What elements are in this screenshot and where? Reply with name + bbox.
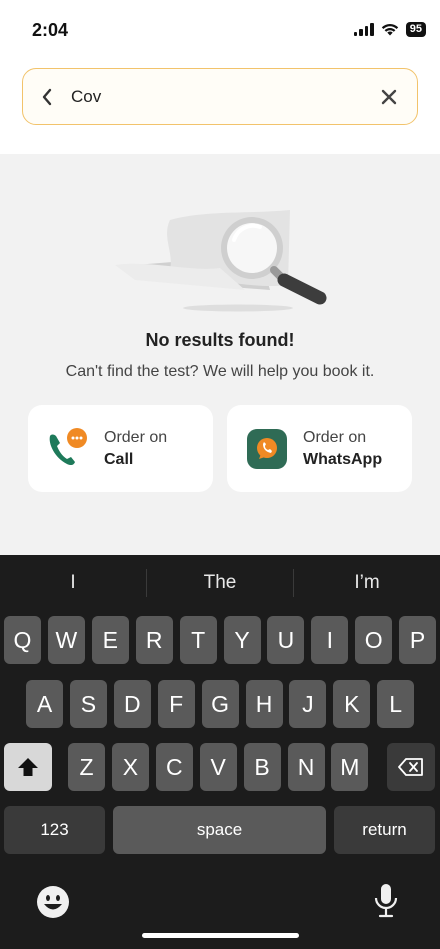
key-t[interactable]: T [179, 616, 217, 664]
key-g[interactable]: G [201, 680, 239, 728]
search-box [22, 68, 418, 125]
key-d[interactable]: D [113, 680, 151, 728]
key-o[interactable]: O [355, 616, 393, 664]
key-u[interactable]: U [267, 616, 305, 664]
key-e[interactable]: E [91, 616, 129, 664]
key-s[interactable]: S [69, 680, 107, 728]
shift-arrow-icon [18, 758, 38, 776]
return-key[interactable]: return [334, 806, 435, 854]
search-header [0, 62, 440, 154]
suggestion-item[interactable]: I [0, 572, 146, 594]
key-a[interactable]: A [26, 680, 63, 728]
key-b[interactable]: B [243, 743, 281, 791]
backspace-icon [398, 758, 423, 776]
dictation-key[interactable] [374, 883, 398, 924]
whatsapp-icon [239, 421, 295, 477]
key-x[interactable]: X [111, 743, 149, 791]
status-time: 2:04 [32, 20, 69, 40]
back-button[interactable] [23, 69, 71, 124]
chevron-left-icon [42, 88, 52, 105]
key-f[interactable]: F [157, 680, 195, 728]
status-bar: 2:04 95 [0, 0, 440, 62]
suggestion-bar: I The I’m [0, 555, 440, 611]
emoji-key[interactable] [36, 885, 70, 924]
order-on-call-button[interactable]: Order on Call [28, 405, 213, 492]
order-whatsapp-line2: WhatsApp [303, 450, 383, 468]
key-h[interactable]: H [245, 680, 283, 728]
phone-chat-icon [40, 421, 96, 477]
backspace-key[interactable] [387, 743, 435, 791]
microphone-icon [374, 884, 398, 918]
suggestion-item[interactable]: The [147, 572, 293, 594]
key-r[interactable]: R [135, 616, 173, 664]
order-call-line2: Call [104, 450, 134, 468]
key-v[interactable]: V [199, 743, 237, 791]
order-call-line1: Order on [104, 428, 168, 446]
order-whatsapp-line1: Order on [303, 428, 367, 446]
emoji-icon [37, 886, 69, 918]
home-indicator [142, 933, 299, 938]
key-m[interactable]: M [331, 743, 369, 791]
key-c[interactable]: C [155, 743, 193, 791]
search-input[interactable] [71, 81, 361, 112]
keyboard: I The I’m QWERTYUIOPASDFGHJKLZXCVBNM 123… [0, 555, 440, 949]
suggestion-item[interactable]: I’m [294, 572, 440, 594]
status-icons: 95 [353, 22, 426, 37]
numbers-key[interactable]: 123 [4, 806, 105, 854]
key-i[interactable]: I [311, 616, 349, 664]
no-results-subtitle: Can't find the test? We will help you bo… [65, 363, 375, 380]
clear-search-button[interactable] [375, 83, 403, 111]
no-results-title: No results found! [145, 330, 295, 350]
key-j[interactable]: J [289, 680, 327, 728]
wifi-icon [381, 24, 398, 36]
key-q[interactable]: Q [4, 616, 41, 664]
key-l[interactable]: L [377, 680, 415, 728]
key-w[interactable]: W [47, 616, 85, 664]
order-on-whatsapp-button[interactable]: Order on WhatsApp [227, 405, 412, 492]
key-y[interactable]: Y [223, 616, 261, 664]
space-key[interactable]: space [113, 806, 326, 854]
close-icon [381, 89, 397, 105]
key-n[interactable]: N [287, 743, 325, 791]
key-p[interactable]: P [399, 616, 437, 664]
shift-key[interactable] [4, 743, 52, 791]
key-z[interactable]: Z [68, 743, 105, 791]
key-k[interactable]: K [333, 680, 371, 728]
battery-level: 95 [405, 22, 426, 37]
no-results-illustration [115, 210, 327, 312]
cellular-signal-icon [353, 23, 374, 36]
